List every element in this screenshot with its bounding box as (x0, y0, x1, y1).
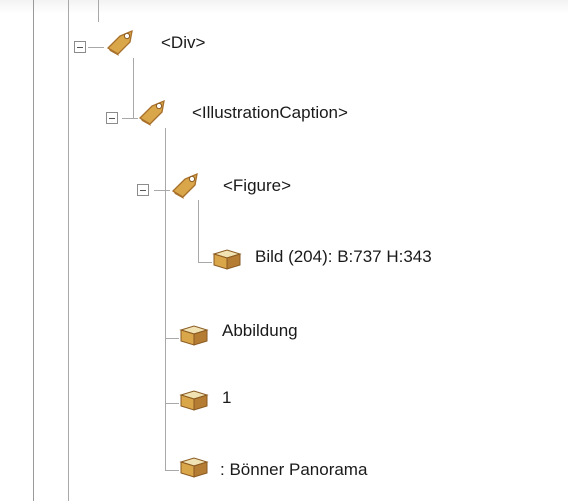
content-box-icon (212, 249, 242, 270)
panel-top-shadow (0, 0, 568, 14)
tree-connector (133, 58, 134, 118)
collapse-toggle-icon[interactable] (137, 184, 149, 196)
tree-node-label[interactable]: <Div> (161, 33, 205, 53)
tree-node-label[interactable]: <IllustrationCaption> (192, 103, 348, 123)
tree-node-label[interactable]: : Bönner Panorama (220, 460, 367, 480)
tag-icon (106, 29, 133, 56)
content-box-icon (179, 457, 209, 478)
tree-connector (165, 403, 179, 404)
collapse-toggle-icon[interactable] (106, 112, 118, 124)
panel-left-border (33, 0, 34, 501)
content-box-icon (179, 390, 209, 411)
tree-node-label[interactable]: 1 (222, 388, 231, 408)
tree-connector (98, 0, 99, 22)
tree-connector (165, 338, 179, 339)
tree-connector (198, 262, 212, 263)
tree-connector (165, 128, 166, 470)
collapse-toggle-icon[interactable] (74, 41, 86, 53)
tags-panel: <Div> <IllustrationCaption> <Figure> Bil… (0, 0, 568, 501)
tree-connector (88, 47, 104, 48)
tree-connector (198, 200, 199, 262)
tree-node-label[interactable]: <Figure> (223, 176, 291, 196)
content-box-icon (179, 325, 209, 346)
tree-connector (68, 0, 69, 501)
tag-icon (171, 172, 198, 199)
tree-connector (165, 470, 179, 471)
tree-connector (154, 190, 170, 191)
tree-node-label[interactable]: Abbildung (222, 321, 298, 341)
tag-icon (138, 99, 165, 126)
tree-node-label[interactable]: Bild (204): B:737 H:343 (255, 247, 432, 267)
